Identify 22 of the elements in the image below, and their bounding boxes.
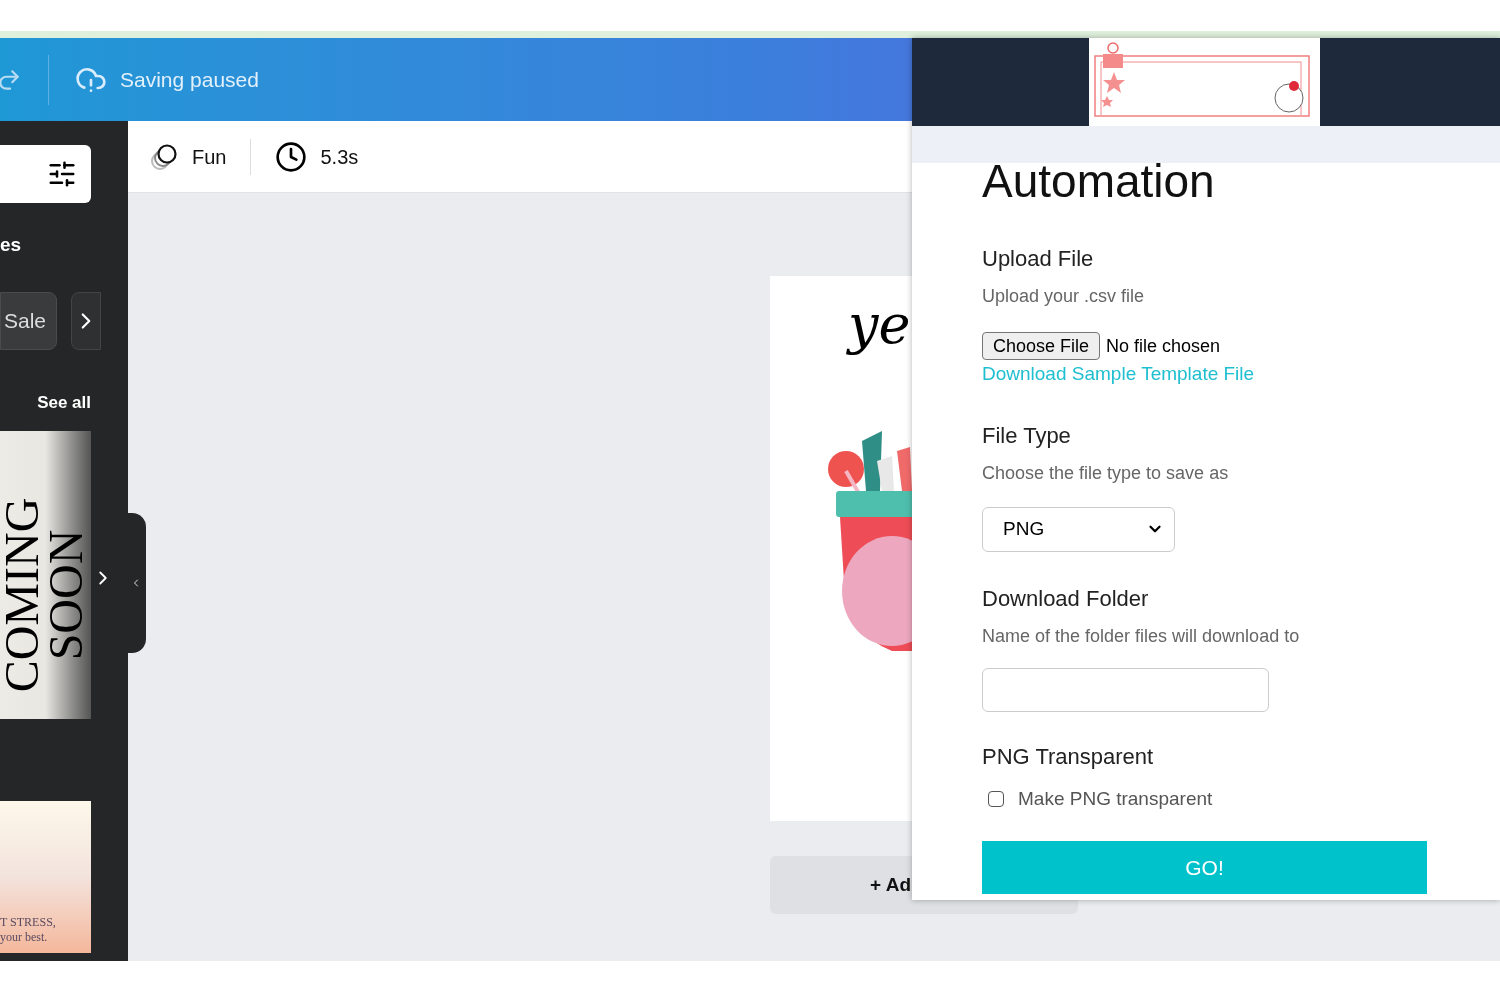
duration-label[interactable]: 5.3s bbox=[320, 141, 359, 172]
collapse-handle[interactable] bbox=[126, 513, 146, 653]
filter-icon[interactable] bbox=[47, 159, 77, 189]
choose-file-button[interactable]: Choose File bbox=[982, 332, 1101, 360]
template-thumbnail[interactable]: T STRESS, your best. bbox=[0, 801, 91, 953]
file-status: No file chosen bbox=[1106, 334, 1221, 358]
section-heading: es bbox=[0, 233, 22, 257]
transparent-checkbox[interactable] bbox=[988, 790, 1004, 807]
panel-title: Automation bbox=[982, 158, 1215, 204]
folder-name-field[interactable] bbox=[982, 667, 1269, 712]
section-heading: Upload File bbox=[982, 245, 1094, 273]
see-all-link[interactable]: See all bbox=[37, 389, 91, 415]
filter-chip[interactable]: Sale bbox=[0, 291, 57, 350]
thumbnail-text: your best. bbox=[0, 930, 48, 945]
next-button[interactable] bbox=[71, 291, 101, 350]
checkbox-label: Make PNG transparent bbox=[1018, 786, 1213, 811]
animation-label[interactable]: Fun bbox=[192, 141, 227, 172]
saving-status: Saving paused bbox=[120, 66, 259, 93]
file-type-select[interactable]: PNG bbox=[982, 506, 1175, 552]
clock-icon[interactable] bbox=[275, 140, 308, 173]
thumbnail-text: T STRESS, bbox=[0, 915, 56, 930]
template-thumbnail[interactable]: COMING SOON bbox=[0, 431, 91, 719]
